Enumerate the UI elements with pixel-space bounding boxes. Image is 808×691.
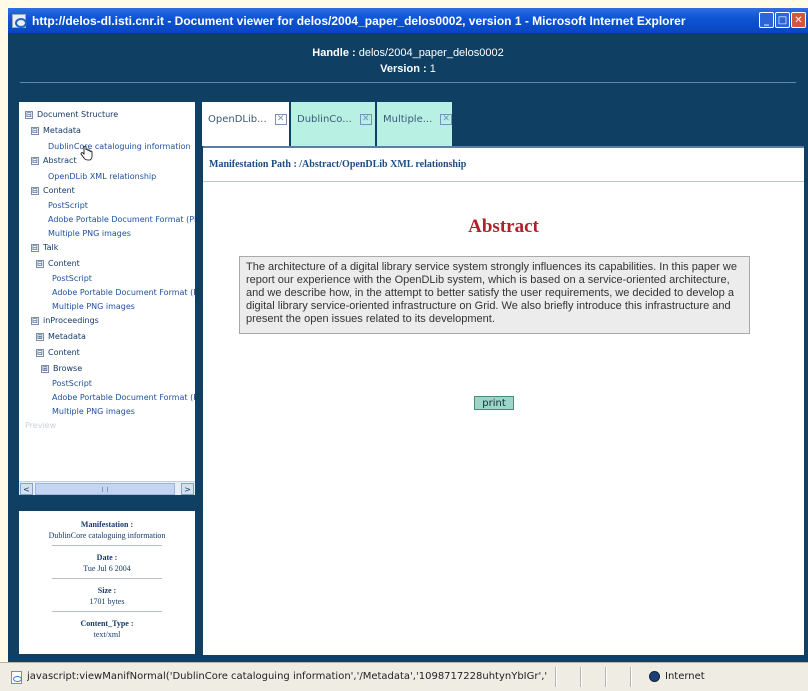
tree-item-browse[interactable]: ⊞ Browse — [41, 362, 82, 375]
tree-item-talk[interactable]: ⊟ Talk — [31, 241, 58, 254]
content-divider — [203, 181, 804, 182]
manifestation-tabs: OpenDLib... ✕ DublinCo... ✕ Multiple... … — [202, 102, 454, 146]
date-label: Date : — [96, 553, 118, 562]
tree-item-inproceedings-postscript[interactable]: PostScript — [52, 377, 92, 390]
document-header: Handle : delos/2004_paper_delos0002 Vers… — [8, 33, 808, 81]
horizontal-scrollbar[interactable]: < > — [19, 481, 195, 495]
manifestation-content: Manifestation Path : /Abstract/OpenDLib … — [203, 146, 804, 655]
tree-item-document-structure[interactable]: ⊟ Document Structure — [25, 108, 118, 121]
content-type-label: Content_Type : — [80, 619, 134, 628]
tree-item-talk-postscript[interactable]: PostScript — [52, 272, 92, 285]
size-label: Size : — [97, 586, 117, 595]
status-bar: javascript:viewManifNormal('DublinCore c… — [0, 662, 808, 691]
tree-item-postscript[interactable]: PostScript — [48, 199, 88, 212]
internet-explorer-icon — [12, 13, 27, 28]
minimize-button[interactable]: _ — [759, 12, 774, 28]
version-value: 1 — [429, 63, 436, 75]
manifestation-path: Manifestation Path : /Abstract/OpenDLib … — [209, 159, 467, 170]
title-bar: http://delos-dl.isti.cnr.it - Document v… — [8, 8, 808, 33]
version-label: Version : — [380, 63, 427, 75]
info-divider — [52, 611, 162, 612]
globe-icon — [649, 671, 660, 682]
tab-dublincore[interactable]: DublinCo... ✕ — [291, 102, 377, 146]
tab-opendlib[interactable]: OpenDLib... ✕ — [202, 102, 291, 146]
expand-icon[interactable]: ⊞ — [41, 364, 49, 373]
abstract-text: The architecture of a digital library se… — [239, 256, 750, 334]
tree-item-abstract[interactable]: ⊟ Abstract — [31, 154, 77, 167]
scrollbar-thumb[interactable] — [35, 483, 175, 495]
tree-item-talk-content[interactable]: ⊟ Content — [36, 257, 80, 270]
tree-item-inproceedings[interactable]: ⊟ inProceedings — [31, 314, 99, 327]
size-value: 1701 bytes — [89, 597, 125, 606]
document-structure-tree: ⊟ Document Structure ⊟ Metadata DublinCo… — [19, 102, 195, 495]
expand-icon[interactable]: ⊞ — [36, 332, 44, 341]
tree-item-png-images[interactable]: Multiple PNG images — [48, 227, 131, 240]
window-controls: _ □ ✕ — [759, 12, 806, 28]
manifestation-value: DublinCore cataloguing information — [48, 531, 166, 540]
scroll-left-icon[interactable]: < — [20, 483, 33, 495]
date-value: Tue Jul 6 2004 — [83, 564, 131, 573]
scroll-right-icon[interactable]: > — [181, 483, 194, 495]
collapse-icon[interactable]: ⊟ — [31, 156, 39, 165]
collapse-icon[interactable]: ⊟ — [31, 186, 39, 195]
tree-item-inproceedings-png-images[interactable]: Multiple PNG images — [52, 405, 135, 418]
handle-value: delos/2004_paper_delos0002 — [358, 47, 504, 59]
maximize-button[interactable]: □ — [775, 12, 790, 28]
tab-multiple[interactable]: Multiple... ✕ — [377, 102, 454, 146]
info-divider — [52, 578, 162, 579]
manifestation-label: Manifestation : — [80, 520, 134, 529]
security-zone: Internet — [665, 671, 705, 682]
window-title: http://delos-dl.isti.cnr.it - Document v… — [32, 13, 686, 28]
tree-item-preview[interactable]: Preview — [25, 419, 56, 432]
header-divider — [20, 82, 796, 83]
collapse-icon[interactable]: ⊟ — [31, 126, 39, 135]
tree-item-dublincore[interactable]: DublinCore cataloguing information — [48, 140, 191, 153]
collapse-icon[interactable]: ⊟ — [36, 348, 44, 357]
collapse-icon[interactable]: ⊟ — [31, 316, 39, 325]
tree-item-opendlib-xml[interactable]: OpenDLib XML relationship — [48, 170, 156, 183]
tree-item-inproceedings-content[interactable]: ⊟ Content — [36, 346, 80, 359]
close-tab-icon[interactable]: ✕ — [440, 114, 452, 125]
tree-item-content[interactable]: ⊟ Content — [31, 184, 75, 197]
hand-cursor-icon — [80, 146, 93, 161]
tree-item-talk-pdf[interactable]: Adobe Portable Document Format (PDF) — [52, 286, 195, 299]
print-button[interactable]: print — [474, 396, 514, 410]
content-type-value: text/xml — [93, 630, 121, 639]
tree-item-inproceedings-pdf[interactable]: Adobe Portable Document Format (PDF) — [52, 391, 195, 404]
tree-item-pdf[interactable]: Adobe Portable Document Format (PDF) — [48, 213, 195, 226]
collapse-icon[interactable]: ⊟ — [31, 243, 39, 252]
abstract-title: Abstract — [468, 216, 539, 237]
tree-item-inproceedings-metadata[interactable]: ⊞ Metadata — [36, 330, 86, 343]
info-divider — [52, 545, 162, 546]
close-button[interactable]: ✕ — [791, 12, 806, 28]
tree-item-metadata[interactable]: ⊟ Metadata — [31, 124, 81, 137]
status-text: javascript:viewManifNormal('DublinCore c… — [27, 671, 547, 682]
close-tab-icon[interactable]: ✕ — [274, 114, 287, 125]
browser-window: http://delos-dl.isti.cnr.it - Document v… — [8, 8, 808, 691]
collapse-icon[interactable]: ⊟ — [25, 110, 33, 119]
page-icon — [11, 671, 22, 684]
close-tab-icon[interactable]: ✕ — [359, 114, 372, 125]
handle-label: Handle : — [312, 47, 356, 59]
collapse-icon[interactable]: ⊟ — [36, 259, 44, 268]
tree-item-talk-png-images[interactable]: Multiple PNG images — [52, 300, 135, 313]
manifestation-info-panel: Manifestation : DublinCore cataloguing i… — [19, 511, 195, 654]
